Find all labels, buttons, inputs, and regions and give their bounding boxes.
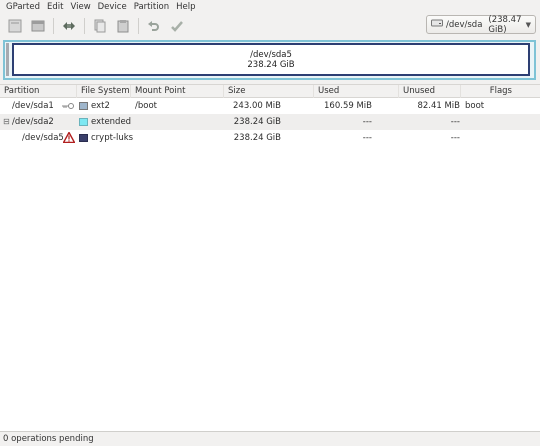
resize-move-button[interactable] xyxy=(59,16,79,36)
cell-filesystem: crypt-luks xyxy=(91,133,134,143)
new-partition-button[interactable] xyxy=(5,16,25,36)
menu-edit[interactable]: Edit xyxy=(44,2,67,12)
new-partition-icon xyxy=(8,19,22,33)
column-header-partition[interactable]: Partition xyxy=(0,85,77,98)
column-header-filesystem[interactable]: File System xyxy=(77,85,131,98)
cell-unused: --- xyxy=(450,133,460,143)
column-header-unused[interactable]: Unused xyxy=(399,85,461,98)
menu-partition[interactable]: Partition xyxy=(131,2,173,12)
filesystem-color-swatch xyxy=(79,102,88,110)
cell-used: 160.59 MiB xyxy=(324,101,372,111)
toolbar-separator xyxy=(53,17,54,34)
boot-partition-block[interactable] xyxy=(6,43,9,76)
cell-unused: --- xyxy=(450,117,460,127)
filesystem-color-swatch xyxy=(79,134,88,142)
column-header-size[interactable]: Size xyxy=(224,85,314,98)
menubar: GParted Edit View Device Partition Help xyxy=(0,0,540,13)
chevron-down-icon: ▼ xyxy=(525,20,531,29)
column-header-flags[interactable]: Flags xyxy=(461,85,540,98)
table-row[interactable]: /dev/sda5 crypt-luks 238.24 GiB --- --- xyxy=(0,130,540,146)
diskmap-partition-name: /dev/sda5 xyxy=(250,49,292,60)
status-bar: 0 operations pending xyxy=(0,431,540,446)
drive-icon xyxy=(431,18,443,31)
cell-partition: /dev/sda5 xyxy=(22,133,64,143)
table-row[interactable]: /dev/sda1 ext2 /boot 243.00 MiB 160.59 M… xyxy=(0,98,540,114)
cell-unused: 82.41 MiB xyxy=(417,101,460,111)
menu-help[interactable]: Help xyxy=(173,2,199,12)
device-name: /dev/sda xyxy=(446,19,483,30)
filesystem-color-swatch xyxy=(79,118,88,126)
cell-used: --- xyxy=(362,117,372,127)
undo-icon xyxy=(147,19,161,33)
cell-filesystem: ext2 xyxy=(91,101,110,111)
menu-view[interactable]: View xyxy=(67,2,94,12)
delete-partition-button[interactable] xyxy=(28,16,48,36)
key-icon xyxy=(62,98,74,114)
device-selector[interactable]: /dev/sda (238.47 GiB) ▼ xyxy=(426,14,536,35)
copy-icon xyxy=(93,19,107,33)
partition-table: Partition File System Mount Point Size U… xyxy=(0,84,540,431)
menu-gparted[interactable]: GParted xyxy=(3,2,44,12)
cell-mountpoint: /boot xyxy=(135,101,157,111)
column-header-mountpoint[interactable]: Mount Point xyxy=(131,85,224,98)
device-size: (238.47 GiB) xyxy=(488,14,522,35)
status-text: 0 operations pending xyxy=(3,434,94,444)
resize-move-icon xyxy=(62,19,76,33)
cell-size: 238.24 GiB xyxy=(233,133,281,143)
column-header-used[interactable]: Used xyxy=(314,85,399,98)
warning-icon xyxy=(62,130,76,146)
cell-partition: /dev/sda1 xyxy=(12,101,54,111)
delete-partition-icon xyxy=(31,19,45,33)
cell-filesystem: extended xyxy=(91,117,132,127)
logical-partition-block[interactable]: /dev/sda5 238.24 GiB xyxy=(12,43,530,76)
toolbar-separator xyxy=(138,17,139,34)
cell-partition: /dev/sda2 xyxy=(12,117,54,127)
table-header: Partition File System Mount Point Size U… xyxy=(0,85,540,98)
apply-icon xyxy=(170,19,184,33)
diskmap-partition-size: 238.24 GiB xyxy=(247,59,295,70)
copy-button[interactable] xyxy=(90,16,110,36)
collapse-toggle-icon[interactable]: ⊟ xyxy=(3,114,11,130)
menu-device[interactable]: Device xyxy=(95,2,131,12)
cell-used: --- xyxy=(362,133,372,143)
undo-button[interactable] xyxy=(144,16,164,36)
paste-icon xyxy=(116,19,130,33)
paste-button[interactable] xyxy=(113,16,133,36)
cell-size: 243.00 MiB xyxy=(233,101,281,111)
table-row[interactable]: ⊟ /dev/sda2 extended 238.24 GiB --- --- xyxy=(0,114,540,130)
cell-size: 238.24 GiB xyxy=(233,117,281,127)
toolbar-separator xyxy=(84,17,85,34)
cell-flags: boot xyxy=(465,101,485,111)
apply-button[interactable] xyxy=(167,16,187,36)
disk-map: /dev/sda5 238.24 GiB xyxy=(3,40,536,80)
